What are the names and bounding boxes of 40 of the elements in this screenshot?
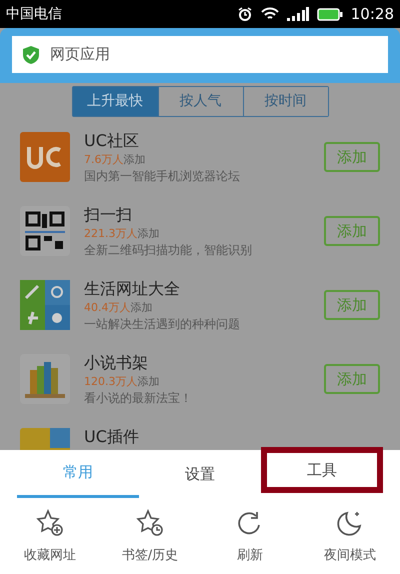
install-label: 添加 xyxy=(130,300,152,316)
app-description: 全新二维码扫描功能，智能识别 xyxy=(84,242,253,258)
app-name: 小说书架 xyxy=(84,352,149,372)
app-description: 看小说的最新法宝！ xyxy=(84,390,193,406)
signal-icon xyxy=(286,7,309,21)
app-description: 国内第一智能手机浏览器论坛 xyxy=(84,168,241,184)
menu-item-label[interactable]: 刷新 xyxy=(237,546,263,566)
clock-time: 10:28 xyxy=(350,4,394,25)
carrier-name: 中国电信 xyxy=(6,4,62,24)
install-count: 40.4万人 xyxy=(84,300,130,316)
star-clock-icon xyxy=(135,508,165,538)
menu-item-label[interactable]: 夜间模式 xyxy=(324,546,376,566)
wifi-icon xyxy=(260,7,279,21)
menu-item-label[interactable]: 收藏网址 xyxy=(24,546,76,566)
bookshelf-icon xyxy=(20,354,70,404)
menu-tab[interactable]: 工具 xyxy=(261,447,383,493)
address-field[interactable]: 网页应用 xyxy=(12,36,388,73)
install-count: 221.3万人 xyxy=(84,226,138,242)
app-name: 扫一扫 xyxy=(84,204,133,224)
menu-tab[interactable]: 常用 xyxy=(17,450,139,498)
uc-logo-icon xyxy=(20,132,70,182)
app-name: UC插件 xyxy=(84,427,140,447)
shield-check-icon xyxy=(22,44,40,64)
qr-code-icon xyxy=(20,206,70,256)
sort-tab[interactable]: 按时间 xyxy=(242,87,328,116)
star-plus-icon xyxy=(35,508,65,538)
install-label: 添加 xyxy=(124,152,146,168)
alarm-icon xyxy=(236,6,253,22)
app-name: 生活网址大全 xyxy=(84,278,181,298)
sort-tab[interactable]: 上升最快 xyxy=(72,87,158,116)
menu-tab[interactable]: 设置 xyxy=(139,450,261,498)
app-name: UC社区 xyxy=(84,130,140,150)
install-count: 7.6万人 xyxy=(84,152,124,168)
app-description: 一站解决生活遇到的种种问题 xyxy=(84,316,241,332)
app-tiles-icon xyxy=(20,280,70,330)
menu-item-label[interactable]: 书签/历史 xyxy=(122,546,178,566)
install-count: 120.3万人 xyxy=(84,374,138,390)
install-label: 添加 xyxy=(138,374,160,390)
install-label: 添加 xyxy=(138,226,160,242)
battery-icon xyxy=(316,8,343,20)
